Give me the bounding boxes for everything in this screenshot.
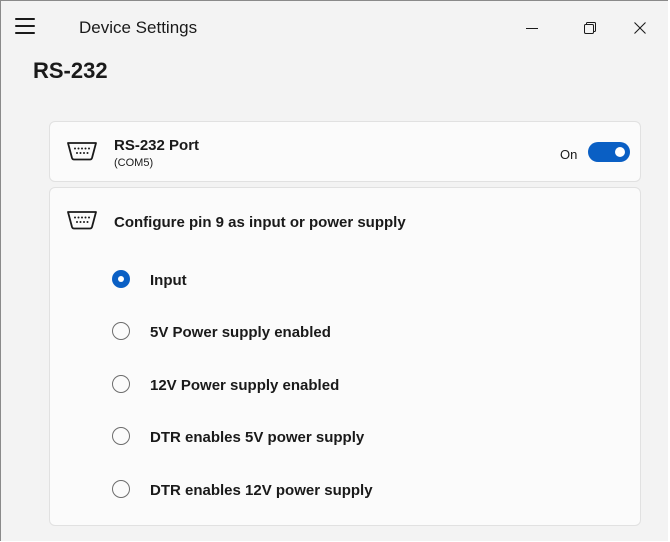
device-settings-window: Device Settings RS-232 RS-232 Port (COM5… — [0, 0, 668, 541]
radio-label: DTR enables 12V power supply — [150, 482, 373, 499]
toggle-state-label: On — [560, 147, 578, 162]
port-enable-toggle[interactable] — [588, 142, 630, 162]
radio-button[interactable] — [112, 427, 130, 445]
close-icon — [634, 22, 646, 34]
minimize-icon — [526, 28, 538, 29]
port-subtitle: (COM5) — [114, 157, 154, 169]
page-title: RS-232 — [33, 58, 108, 83]
radio-button[interactable] — [112, 480, 130, 498]
restore-icon — [584, 22, 596, 34]
serial-port-icon — [67, 142, 97, 161]
rs232-port-card: RS-232 Port (COM5) On — [49, 121, 641, 182]
pin9-config-card: Configure pin 9 as input or power supply… — [49, 187, 641, 526]
port-title: RS-232 Port — [114, 137, 200, 154]
title-bar: Device Settings — [1, 1, 668, 53]
radio-option-dtr-12v[interactable]: DTR enables 12V power supply — [110, 478, 470, 502]
hamburger-menu-icon[interactable] — [15, 18, 35, 34]
radio-label: DTR enables 5V power supply — [150, 429, 365, 446]
radio-label: 12V Power supply enabled — [150, 377, 340, 394]
serial-port-icon — [67, 211, 97, 230]
radio-button[interactable] — [112, 270, 130, 288]
app-title: Device Settings — [79, 18, 198, 37]
config-title: Configure pin 9 as input or power supply — [114, 214, 406, 231]
close-button[interactable] — [617, 11, 663, 45]
radio-label: Input — [150, 272, 187, 289]
radio-option-5v-power[interactable]: 5V Power supply enabled — [110, 320, 470, 344]
minimize-button[interactable] — [509, 11, 555, 45]
radio-option-dtr-5v[interactable]: DTR enables 5V power supply — [110, 425, 470, 449]
toggle-knob — [615, 147, 625, 157]
radio-button[interactable] — [112, 375, 130, 393]
radio-option-input[interactable]: Input — [110, 268, 470, 292]
radio-option-12v-power[interactable]: 12V Power supply enabled — [110, 373, 470, 397]
maximize-button[interactable] — [567, 11, 613, 45]
radio-label: 5V Power supply enabled — [150, 324, 331, 341]
radio-button[interactable] — [112, 322, 130, 340]
